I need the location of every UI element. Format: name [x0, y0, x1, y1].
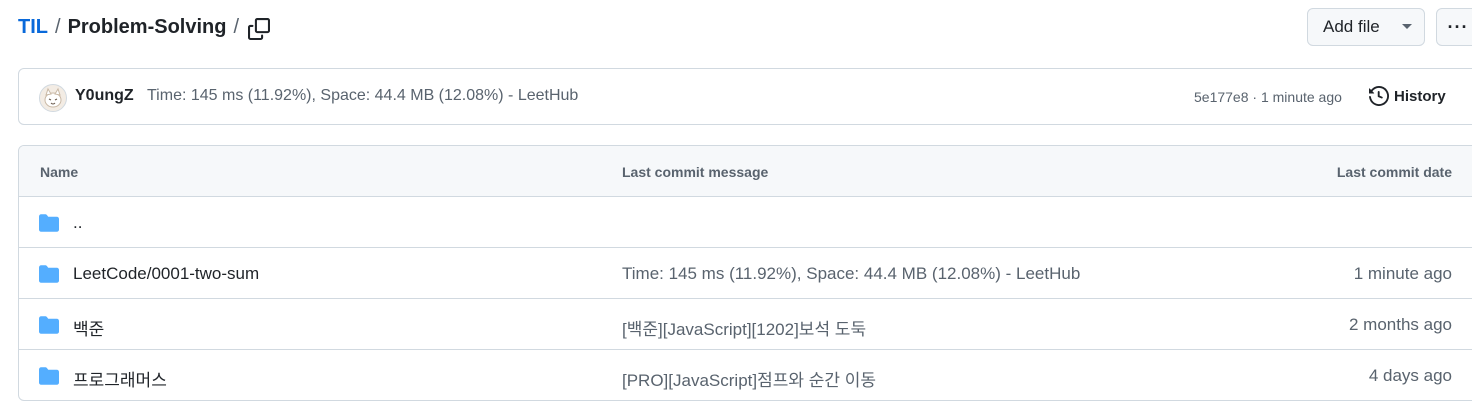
- folder-icon: [39, 214, 59, 232]
- more-options-button[interactable]: ···: [1436, 8, 1472, 46]
- kebab-icon: ···: [1447, 16, 1469, 37]
- file-name-link[interactable]: LeetCode/0001-two-sum: [73, 264, 259, 284]
- folder-icon: [39, 316, 59, 334]
- file-table: Name Last commit message Last commit dat…: [18, 145, 1472, 401]
- commit-date: 2 months ago: [1348, 315, 1452, 334]
- copy-icon: [248, 18, 270, 40]
- table-row[interactable]: 프로그래머스 [PRO][JavaScript]점프와 순간 이동 4 days…: [19, 350, 1472, 400]
- commit-date: 1 minute ago: [1353, 264, 1452, 283]
- commit-meta: 5e177e8 · 1 minute ago: [1194, 89, 1342, 105]
- column-header-message: Last commit message: [622, 164, 769, 180]
- avatar[interactable]: [39, 84, 67, 112]
- table-header: Name Last commit message Last commit dat…: [19, 146, 1472, 197]
- commit-hash-link[interactable]: 5e177e8: [1194, 89, 1249, 105]
- file-name-link[interactable]: ..: [73, 213, 82, 233]
- table-row[interactable]: LeetCode/0001-two-sum Time: 145 ms (11.9…: [19, 248, 1472, 299]
- copy-path-button[interactable]: [246, 16, 272, 42]
- repo-header: TIL / Problem-Solving / Add file ···: [0, 0, 1472, 60]
- commit-time: 1 minute ago: [1260, 89, 1342, 105]
- breadcrumb-current: Problem-Solving: [67, 16, 227, 38]
- commit-message-link[interactable]: Time: 145 ms (11.92%), Space: 44.4 MB (1…: [622, 264, 1080, 284]
- table-row-parent[interactable]: ..: [19, 197, 1472, 248]
- table-row[interactable]: 백준 [백준][JavaScript][1202]보석 도둑 2 months …: [19, 299, 1472, 350]
- column-header-date: Last commit date: [1336, 164, 1452, 180]
- commit-message-link[interactable]: [백준][JavaScript][1202]보석 도둑: [622, 315, 866, 340]
- latest-commit-bar: Y0ungZ Time: 145 ms (11.92%), Space: 44.…: [18, 68, 1472, 125]
- column-header-name: Name: [40, 164, 79, 180]
- commit-message-link[interactable]: [PRO][JavaScript]점프와 순간 이동: [622, 366, 876, 391]
- folder-icon: [39, 265, 59, 283]
- commit-author[interactable]: Y0ungZ: [75, 87, 134, 105]
- breadcrumb: TIL / Problem-Solving /: [18, 16, 246, 39]
- commit-date: 4 days ago: [1368, 366, 1452, 385]
- history-button[interactable]: History: [1369, 86, 1446, 106]
- history-label: History: [1394, 87, 1446, 105]
- add-file-label: Add file: [1323, 17, 1380, 36]
- meta-dot: ·: [1252, 89, 1258, 105]
- file-name-link[interactable]: 프로그래머스: [73, 366, 167, 391]
- file-name-link[interactable]: 백준: [73, 315, 104, 340]
- history-icon: [1369, 86, 1389, 106]
- breadcrumb-root-link[interactable]: TIL: [18, 16, 48, 39]
- breadcrumb-separator: /: [55, 16, 61, 38]
- triangle-down-icon: [1402, 24, 1412, 29]
- add-file-button[interactable]: Add file: [1307, 8, 1425, 46]
- folder-icon: [39, 367, 59, 385]
- commit-message-link[interactable]: Time: 145 ms (11.92%), Space: 44.4 MB (1…: [147, 87, 578, 105]
- breadcrumb-trailing-separator: /: [233, 16, 240, 38]
